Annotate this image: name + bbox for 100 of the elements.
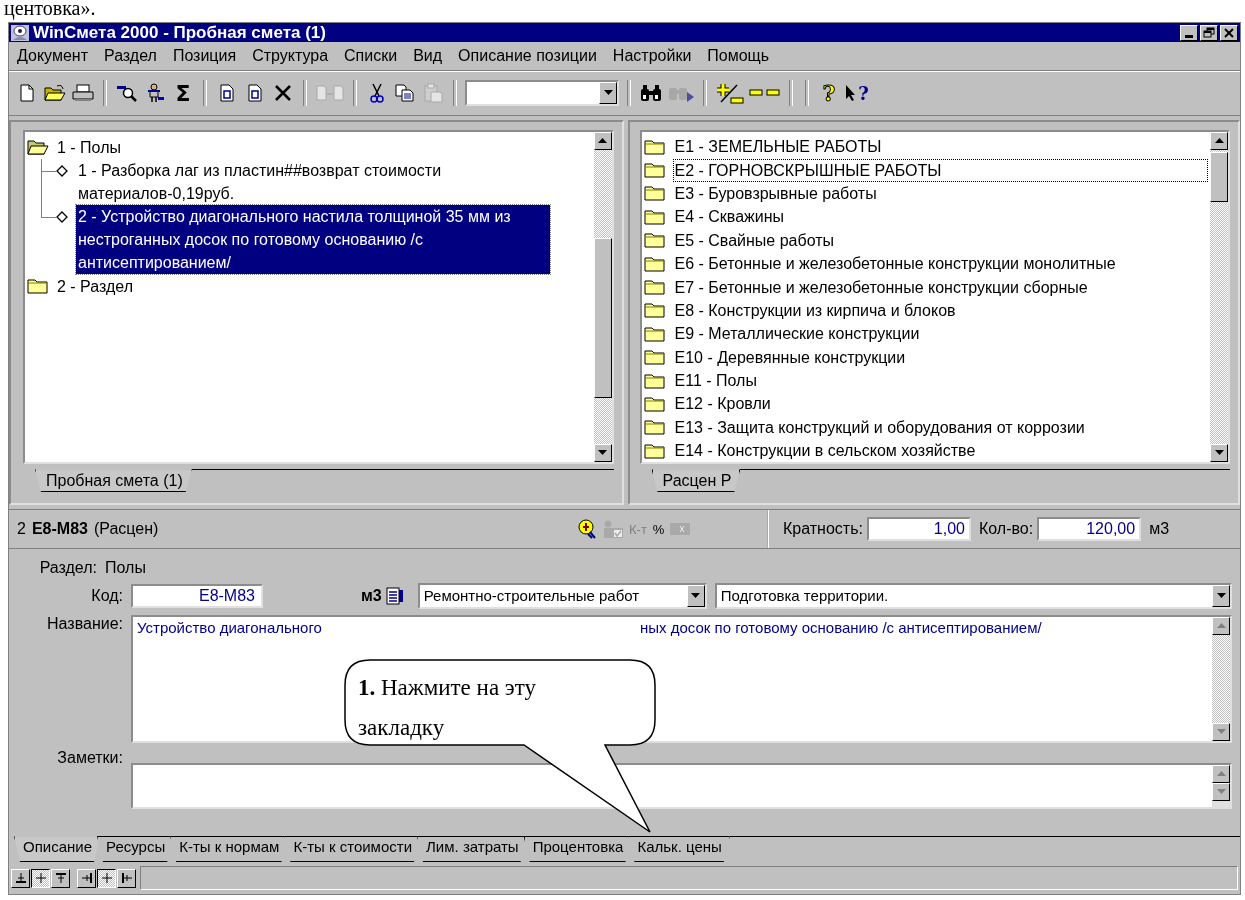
minimize-button[interactable] — [1180, 24, 1198, 41]
transfer-icon — [315, 84, 345, 102]
minimize-icon — [1185, 34, 1193, 38]
tree-item[interactable]: E12 - Кровли — [672, 392, 773, 416]
scrollbar[interactable] — [593, 132, 612, 462]
scroll-down-icon — [1216, 729, 1226, 735]
binoculars-icon — [639, 84, 663, 102]
folder-icon — [643, 162, 666, 179]
tree-item[interactable]: E1 - ЗЕМЕЛЬНЫЕ РАБОТЫ — [672, 135, 884, 159]
menu-item[interactable]: Помощь — [707, 47, 770, 65]
scroll-up-icon — [1216, 771, 1226, 777]
scrollbar[interactable] — [1212, 617, 1230, 741]
close-button[interactable] — [1220, 24, 1238, 41]
folder-icon — [643, 185, 666, 202]
scroll-up-icon — [598, 138, 607, 144]
app-icon — [11, 24, 29, 41]
alignment-button[interactable] — [31, 868, 50, 888]
tree-item[interactable]: E5 - Свайные работы — [672, 228, 836, 252]
restore-button[interactable] — [1200, 24, 1218, 41]
align-center-icon — [101, 873, 112, 883]
tree-item[interactable]: 2 - Раздел — [55, 274, 135, 298]
folder-icon — [643, 419, 666, 436]
tree-item[interactable]: E13 - Защита конструкций и оборудования от коррозии — [672, 415, 1087, 439]
tree-item[interactable]: E9 - Металлические конструкции — [672, 322, 922, 346]
toolbar-combo-box[interactable] — [465, 80, 619, 106]
toolbar-button[interactable]: Σ — [171, 80, 195, 106]
window-title: WinСмета 2000 - Пробная смета (1) — [33, 22, 326, 43]
tab[interactable]: Описание — [14, 836, 101, 862]
align-right-icon — [81, 873, 92, 883]
coin-icon — [577, 519, 597, 539]
pointer-icon — [845, 84, 858, 102]
tree-item[interactable]: E10 - Деревянные конструкции — [672, 345, 908, 369]
unit-label: м3 — [361, 587, 382, 605]
scissors-icon — [370, 83, 384, 103]
table-icon — [670, 523, 691, 535]
folder-icon — [643, 279, 666, 296]
field-label: Заметки: — [56, 749, 123, 767]
alignment-button[interactable] — [97, 868, 116, 888]
field-label: Кратность: — [783, 520, 863, 538]
tree-item[interactable]: E3 - Буровзрывные работы — [672, 181, 879, 205]
folder-icon — [643, 442, 666, 459]
tree-item[interactable]: E11 - Полы — [672, 369, 759, 393]
scrollbar[interactable] — [1212, 765, 1230, 807]
tab[interactable]: Лим. затраты — [417, 836, 527, 862]
menu-item[interactable]: Описание позиции — [458, 47, 597, 65]
tree-item[interactable]: E8 - Конструкции из кирпича и блоков — [672, 298, 958, 322]
copy-icon — [395, 84, 415, 102]
plus-minus-icon — [715, 82, 745, 104]
input-field[interactable]: 1,00 — [866, 517, 971, 541]
scrollbar[interactable] — [1210, 132, 1228, 462]
scroll-thumb[interactable] — [593, 238, 612, 398]
tree-item[interactable]: E4 - Скважины — [672, 205, 787, 229]
tree-item[interactable]: E14 - Конструкции в сельском хозяйстве — [672, 439, 978, 462]
new-file-icon — [19, 84, 35, 102]
scroll-up-icon — [1216, 623, 1226, 629]
dropdown[interactable]: Ремонтно-строительные работ — [417, 583, 707, 609]
menu-item[interactable]: Списки — [344, 47, 398, 65]
person-icon — [145, 83, 165, 103]
menu-item[interactable]: Документ — [17, 47, 88, 65]
dropdown-arrow-icon — [603, 90, 613, 96]
folder-icon — [643, 325, 666, 342]
toolbar-button[interactable]: % — [652, 521, 665, 537]
input-field[interactable]: 120,00 — [1037, 517, 1142, 541]
tab[interactable]: Ресурсы — [97, 836, 174, 862]
menu-item[interactable]: Настройки — [612, 47, 692, 65]
context-help-button[interactable]: ? — [845, 80, 869, 106]
tab[interactable]: К-ты к стоимости — [284, 836, 420, 862]
dropdown[interactable]: Подготовка территории. — [714, 583, 1232, 609]
field-label: Название: — [46, 615, 123, 633]
question-mark: ? — [858, 82, 869, 104]
tab[interactable]: К-ты к нормам — [170, 836, 288, 862]
menu-item[interactable]: Позиция — [172, 47, 237, 65]
folder-icon — [643, 255, 666, 272]
tab[interactable]: Процентовка — [523, 836, 632, 862]
document-icon — [219, 84, 235, 102]
tree-item[interactable]: 1 - Разборка лаг из пластин##возврат стоимости материалов-0,19руб. — [76, 159, 550, 205]
menu-item[interactable]: Вид — [413, 47, 443, 65]
menu-item[interactable]: Структура — [252, 47, 329, 65]
scroll-down-icon — [598, 450, 607, 456]
scroll-down-icon — [1214, 450, 1224, 456]
delete-icon — [274, 84, 292, 102]
menu-item[interactable]: Раздел — [104, 47, 157, 65]
person-table-icon — [603, 520, 623, 538]
tree-item[interactable]: E6 - Бетонные и железобетонные конструкции монолитные — [672, 252, 1118, 276]
tree-item[interactable]: 1 - Полы — [55, 135, 123, 159]
field-label: Кол-во: — [978, 520, 1034, 538]
folder-icon — [643, 208, 666, 225]
tree-item[interactable]: 2 - Устройство диагонального настила толщиной 35 мм из нестроганных досок по готовому основанию /с антисептированием/ — [76, 205, 550, 274]
clipboard-icon — [423, 83, 443, 103]
tab[interactable]: Пробная смета (1) — [35, 469, 192, 492]
field-label: Раздел: — [38, 559, 97, 577]
magnifier-icon — [116, 84, 138, 102]
unit-label: м3 — [1149, 520, 1170, 538]
input-field[interactable]: E8-M83 — [131, 584, 263, 608]
tree-item[interactable]: E2 - ГОРНОВСКРЫШНЫЕ РАБОТЫ — [672, 158, 1208, 182]
tab[interactable]: Расцен Р — [651, 469, 741, 492]
toolbar-button[interactable] — [577, 519, 597, 539]
tab[interactable]: Кальк. цены — [628, 836, 730, 862]
tree-item[interactable]: E7 - Бетонные и железобетонные конструкции сборные — [672, 275, 1090, 299]
scroll-thumb[interactable] — [1210, 152, 1228, 202]
